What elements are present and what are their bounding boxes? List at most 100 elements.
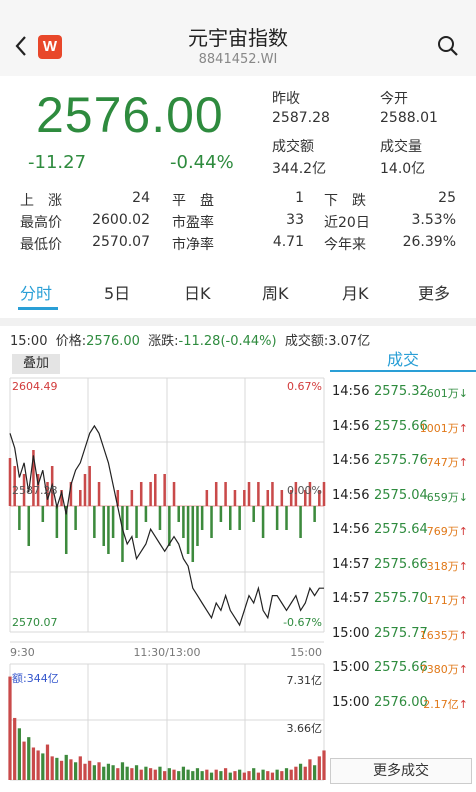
diff-bar <box>275 506 279 530</box>
volume-bar <box>163 771 167 780</box>
volume-bar <box>59 760 64 780</box>
volume-max-label: 7.31亿 <box>287 674 323 687</box>
diff-bar <box>121 506 124 562</box>
diff-bar <box>200 506 204 530</box>
tab-5day[interactable]: 5日 <box>104 280 130 304</box>
diff-bar <box>247 482 251 506</box>
diff-bar <box>313 506 316 522</box>
trades-title[interactable]: 成交 <box>330 346 476 370</box>
diff-bar <box>163 474 166 506</box>
amount-label: 成交额 <box>272 139 314 155</box>
volume-mid-label: 3.66亿 <box>287 722 323 735</box>
trade-time: 14:56 <box>332 384 370 399</box>
trade-volume-value: 318万 <box>426 559 459 573</box>
diff-bar <box>271 482 274 506</box>
volume-bar <box>233 771 237 780</box>
arrow-up-icon: ↑ <box>458 456 468 469</box>
volume-bar <box>92 765 96 780</box>
arrow-up-icon: ↑ <box>458 421 468 435</box>
info-time: 15:00 <box>10 334 48 349</box>
trade-row: 15:00 2575.77 1635万↑ <box>330 626 476 646</box>
stat-value: 26.39% <box>402 234 456 250</box>
stat-label: 近20日 <box>324 215 370 231</box>
trade-volume: 171万↑ <box>427 592 468 608</box>
trade-price: 2575.66 <box>374 556 428 572</box>
diff-bar <box>93 506 96 538</box>
volume-bar <box>36 750 40 780</box>
overlay-button[interactable]: 叠加 <box>12 354 60 374</box>
volume-bar <box>153 769 157 780</box>
info-price-label: 价格: <box>55 334 87 349</box>
trade-volume-value: 2.17亿 <box>423 697 459 711</box>
volume-bar <box>284 768 289 780</box>
period-tabs: 分时 5日 日K 周K 月K 更多 <box>0 280 476 310</box>
diff-bar <box>107 506 110 554</box>
trade-time: 14:57 <box>332 556 370 572</box>
volume-bar <box>130 768 134 780</box>
diff-bar <box>111 506 115 538</box>
tab-more[interactable]: 更多 <box>418 280 450 304</box>
volume-bar <box>256 772 261 780</box>
diff-bar <box>214 482 218 506</box>
volume-bar <box>172 769 176 780</box>
stat-label: 市盈率 <box>172 215 214 231</box>
volume-bar <box>313 765 317 780</box>
tab-daily-k[interactable]: 日K <box>184 280 211 304</box>
trade-price: 2575.70 <box>374 591 428 606</box>
trade-time: 14:56 <box>332 453 370 468</box>
more-trades-button[interactable]: 更多成交 <box>330 758 472 784</box>
volume-value: 14.0亿 <box>380 161 426 177</box>
diff-bar <box>158 506 162 530</box>
volume-bar <box>88 760 92 780</box>
trade-volume: 659万↓ <box>427 489 468 505</box>
volume-bar <box>41 753 45 780</box>
active-tab-indicator <box>18 307 58 310</box>
volume-bar <box>120 762 125 780</box>
tab-intraday[interactable]: 分时 <box>20 280 52 304</box>
diff-bar <box>252 506 255 522</box>
diff-bar <box>8 458 12 506</box>
volume-bar <box>111 765 115 780</box>
intraday-chart[interactable]: 2604.49 0.67% 2587.28 0.00% 2570.07 -0.6… <box>0 348 330 792</box>
search-icon[interactable] <box>436 34 460 58</box>
volume-bar <box>247 771 251 780</box>
trade-volume: 601万↓ <box>427 385 468 401</box>
diff-bar <box>18 506 21 530</box>
trade-time: 15:00 <box>332 660 370 675</box>
diff-bar <box>102 506 106 546</box>
arrow-up-icon: ↑ <box>458 663 468 676</box>
stat-label: 上 涨 <box>20 193 62 209</box>
volume-amount-label: 额:344亿 <box>12 672 59 685</box>
stat-value: 24 <box>132 190 150 206</box>
stat-value: 33 <box>286 212 304 228</box>
volume-bar <box>280 771 284 780</box>
tab-weekly-k[interactable]: 周K <box>262 280 289 304</box>
diff-bar <box>182 506 185 538</box>
crosshair-info: 15:00 价格:2576.00 涨跌:-11.28(-0.44%) 成交额:3… <box>10 330 370 349</box>
trade-volume: 769万↑ <box>427 523 468 539</box>
trade-volume-value: 769万 <box>426 525 459 538</box>
stats-row: 最低价 2570.07 市净率 4.71 今年来 26.39% <box>0 234 476 254</box>
time-mid-label: 11:30/13:00 <box>133 646 200 659</box>
volume-bar <box>209 772 214 780</box>
arrow-down-icon: ↓ <box>458 387 468 400</box>
volume-bar <box>322 750 326 780</box>
trade-row: 14:56 2575.76 747万↑ <box>330 453 476 473</box>
diff-bar <box>210 506 213 538</box>
page-title: 元宇宙指数 <box>188 26 288 50</box>
trade-row: 15:00 2576.00 2.17亿↑ <box>330 695 476 715</box>
diff-bar <box>196 506 199 546</box>
volume-bar <box>317 756 321 780</box>
volume-bar <box>158 766 162 780</box>
tab-monthly-k[interactable]: 月K <box>342 280 369 304</box>
volume-bar <box>205 769 209 780</box>
arrow-up-icon: ↑ <box>458 594 468 607</box>
volume-bar <box>31 747 36 780</box>
trade-time: 14:56 <box>332 418 370 434</box>
trade-volume: 747万↑ <box>427 454 468 470</box>
volume-bar <box>177 771 181 780</box>
diff-bar <box>238 506 241 530</box>
diff-bar <box>55 506 59 538</box>
arrow-up-icon: ↑ <box>458 628 468 642</box>
volume-bar <box>167 768 171 780</box>
